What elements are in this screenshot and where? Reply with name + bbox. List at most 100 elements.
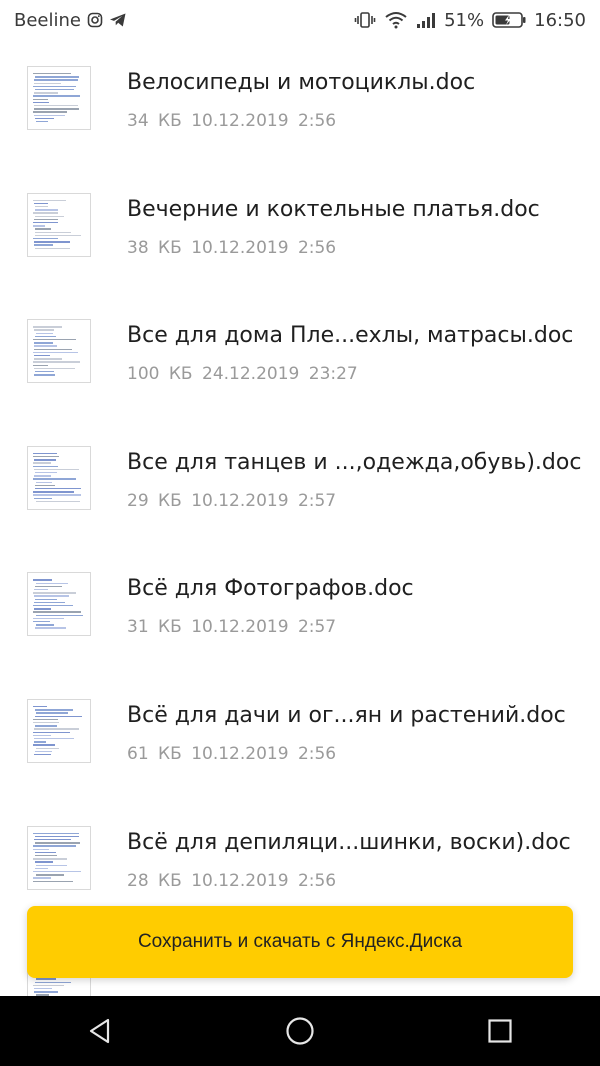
- thumbnail-text-line: [34, 585, 63, 588]
- file-date: 10.12.2019: [191, 870, 289, 891]
- file-name: Велосипеды и мотоциклы.doc: [127, 70, 476, 95]
- thumbnail-text-line: [33, 465, 59, 467]
- thumbnail-text-line: [33, 579, 53, 581]
- thumbnail-text-line: [35, 614, 84, 616]
- thumbnail-text-line: [33, 199, 67, 201]
- thumbnail-text-line: [34, 215, 64, 217]
- thumbnail-text-line: [33, 984, 65, 987]
- document-thumbnail-icon: [27, 698, 91, 763]
- thumbnail-text-line: [34, 345, 58, 347]
- save-to-yandex-disk-button[interactable]: Сохранить и скачать с Яндекс.Диска: [27, 906, 573, 978]
- file-name: Всё для Фотографов.doc: [127, 576, 414, 602]
- thumbnail-text-line: [35, 842, 80, 844]
- thumbnail-text-line: [34, 867, 48, 870]
- thumbnail-text-line: [33, 832, 79, 834]
- thumbnail-text-line: [33, 244, 53, 246]
- thumbnail-text-line: [33, 987, 52, 990]
- thumbnail-text-line: [33, 741, 46, 743]
- thumbnail-text-line: [33, 991, 58, 993]
- thumbnail-text-line: [35, 874, 65, 876]
- file-row[interactable]: Вечерние и коктельные платья.doc 38 КБ 1…: [0, 167, 600, 294]
- thumbnail-text-line: [33, 494, 81, 496]
- file-meta: 31 КБ 10.12.2019 2:57: [127, 617, 336, 637]
- file-row[interactable]: Велосипеды и мотоциклы.doc 34 КБ 10.12.2…: [0, 40, 600, 167]
- file-date: 10.12.2019: [191, 237, 289, 258]
- file-row[interactable]: Всё для дачи и ог...ян и растений.doc 61…: [0, 673, 600, 800]
- file-time: 2:57: [297, 617, 337, 638]
- thumbnail-text-line: [33, 620, 51, 623]
- document-thumbnail-icon: [27, 445, 91, 510]
- thumbnail-text-line: [35, 582, 68, 584]
- file-meta: 34 КБ 10.12.2019 2:56: [127, 111, 336, 131]
- thumbnail-text-line: [35, 117, 55, 120]
- thumbnail-text-line: [35, 851, 57, 854]
- file-size: 34 КБ: [127, 111, 182, 131]
- thumbnail-text-line: [34, 484, 55, 487]
- battery-icon: [492, 11, 526, 29]
- carrier-name: Beeline: [14, 9, 81, 31]
- file-row[interactable]: Всё для Фотографов.doc 31 КБ 10.12.2019 …: [0, 546, 600, 673]
- file-date: 10.12.2019: [191, 111, 289, 131]
- status-right: 51% 16:50: [354, 10, 586, 31]
- thumbnail-text-line: [33, 326, 62, 328]
- thumbnail-text-line: [34, 202, 49, 205]
- thumbnail-text-line: [35, 370, 55, 373]
- file-row[interactable]: Все для танцев и ...,одежда,обувь).doc 2…: [0, 420, 600, 547]
- thumbnail-text-line: [33, 221, 59, 224]
- thumbnail-text-line: [33, 870, 81, 873]
- thumbnail-text-line: [33, 744, 55, 746]
- file-meta: 38 КБ 10.12.2019 2:56: [127, 238, 336, 258]
- file-meta: 29 КБ 10.12.2019 2:57: [127, 491, 336, 511]
- thumbnail-text-line: [35, 709, 74, 711]
- thumbnail-text-line: [35, 747, 59, 749]
- file-date: 10.12.2019: [191, 743, 289, 764]
- file-size: 100 КБ: [127, 364, 193, 385]
- thumbnail-text-line: [34, 468, 80, 471]
- thumbnail-text-line: [33, 459, 57, 461]
- document-thumbnail-icon: [27, 572, 91, 637]
- back-button[interactable]: [70, 1001, 130, 1061]
- file-size: 28 КБ: [127, 870, 182, 891]
- thumbnail-text-line: [34, 108, 80, 110]
- thumbnail-text-line: [33, 455, 60, 458]
- file-size: 61 КБ: [127, 743, 182, 764]
- thumbnail-text-line: [33, 225, 46, 227]
- recent-apps-button[interactable]: [470, 1001, 530, 1061]
- thumbnail-text-line: [33, 95, 81, 97]
- thumbnail-text-line: [33, 82, 61, 84]
- thumbnail-text-line: [33, 374, 56, 376]
- thumbnail-text-line: [35, 864, 68, 866]
- thumbnail-text-line: [33, 92, 58, 94]
- file-time: 2:56: [297, 743, 337, 764]
- thumbnail-text-line: [34, 627, 66, 629]
- thumbnail-text-line: [33, 241, 70, 243]
- signal-icon: [416, 11, 436, 29]
- thumbnail-text-line: [33, 73, 72, 75]
- document-thumbnail-icon: [27, 825, 91, 890]
- thumbnail-text-line: [33, 329, 54, 331]
- recent-square-icon: [488, 1019, 512, 1043]
- screen: Beeline 51% 16:50 Велосипеды и мотоциклы…: [0, 0, 600, 1066]
- file-time: 2:56: [297, 237, 337, 258]
- instagram-icon: [87, 12, 103, 28]
- clock: 16:50: [534, 9, 586, 31]
- file-date: 24.12.2019: [202, 364, 300, 385]
- thumbnail-text-line: [34, 497, 53, 499]
- thumbnail-text-line: [33, 361, 80, 363]
- back-triangle-icon: [89, 1018, 110, 1044]
- file-meta: 61 КБ 10.12.2019 2:56: [127, 744, 336, 764]
- thumbnail-text-line: [33, 212, 59, 214]
- file-name: Всё для депиляци...шинки, воски).doc: [127, 829, 571, 855]
- thumbnail-text-line: [34, 598, 57, 600]
- thumbnail-text-line: [35, 712, 69, 714]
- thumbnail-text-line: [33, 354, 51, 357]
- thumbnail-text-line: [33, 838, 72, 841]
- thumbnail-text-line: [33, 731, 70, 733]
- thumbnail-text-line: [35, 89, 74, 91]
- file-date: 10.12.2019: [191, 617, 289, 638]
- wifi-icon: [384, 11, 408, 29]
- thumbnail-text-line: [33, 845, 76, 847]
- file-time: 23:27: [308, 364, 358, 385]
- file-row[interactable]: Все для дома Пле...ехлы, матрасы.doc 100…: [0, 293, 600, 420]
- home-button[interactable]: [270, 1001, 330, 1061]
